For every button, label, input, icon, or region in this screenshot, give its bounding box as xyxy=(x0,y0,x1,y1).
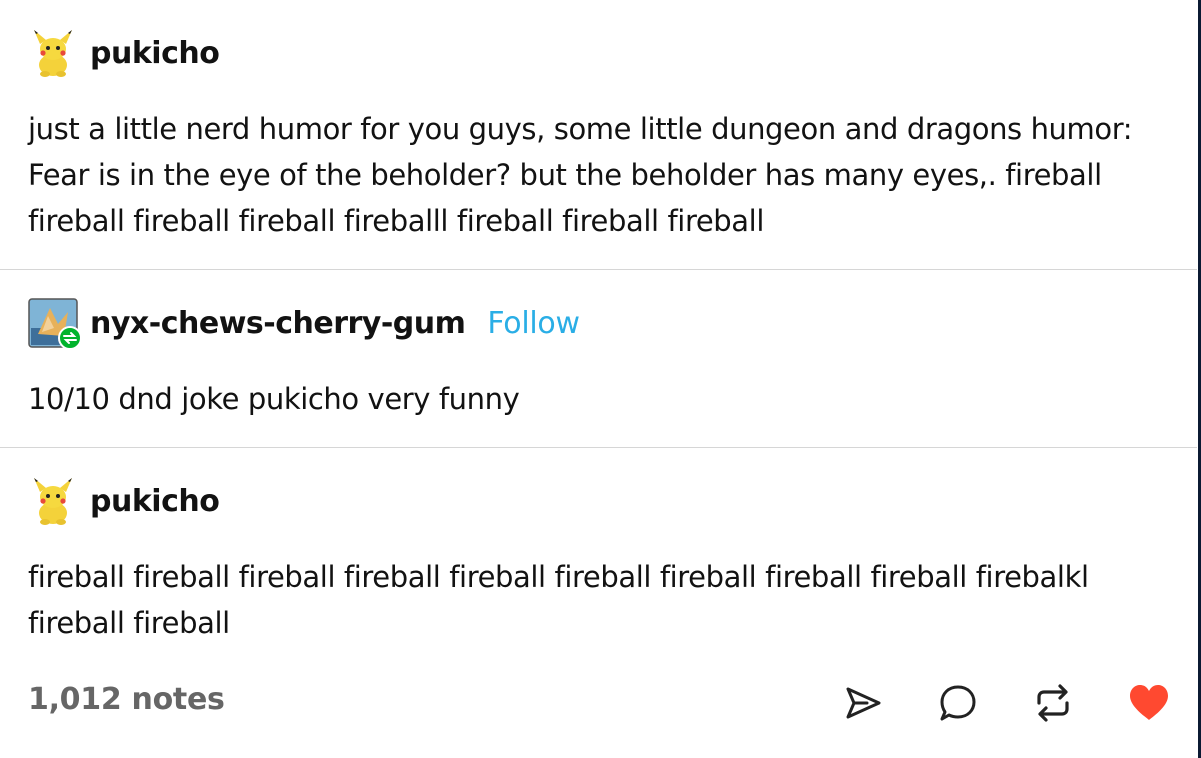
username[interactable]: nyx-chews-cherry-gum xyxy=(90,306,466,341)
reblog-icon xyxy=(1037,684,1069,722)
follow-button[interactable]: Follow xyxy=(487,306,580,341)
like-button[interactable] xyxy=(1126,680,1172,726)
pikachu-plush-avatar xyxy=(34,30,72,77)
divider xyxy=(0,447,1197,448)
username[interactable]: pukicho xyxy=(90,36,220,71)
post-text: fireball fireball fireball fireball fire… xyxy=(28,560,1089,640)
share-button[interactable] xyxy=(840,680,886,726)
pikachu-plush-avatar xyxy=(34,478,72,525)
avatar[interactable] xyxy=(28,28,78,78)
post-text: just a little nerd humor for you guys, s… xyxy=(28,112,1133,238)
post-header-2: nyx-chews-cherry-gum Follow xyxy=(28,298,580,350)
like-heart-icon xyxy=(1130,685,1168,720)
dragon-art-avatar xyxy=(28,298,82,350)
reply-icon xyxy=(940,685,976,721)
share-icon xyxy=(846,687,881,719)
post-header-1: pukicho xyxy=(28,28,220,78)
divider xyxy=(0,269,1197,270)
post-header-3: pukicho xyxy=(28,476,220,526)
reply-button[interactable] xyxy=(935,680,981,726)
avatar[interactable] xyxy=(28,476,78,526)
reblog-button[interactable] xyxy=(1030,680,1076,726)
post-actions xyxy=(0,680,1197,728)
avatar[interactable] xyxy=(28,298,82,350)
username[interactable]: pukicho xyxy=(90,484,220,519)
post-text: 10/10 dnd joke pukicho very funny xyxy=(28,382,520,416)
